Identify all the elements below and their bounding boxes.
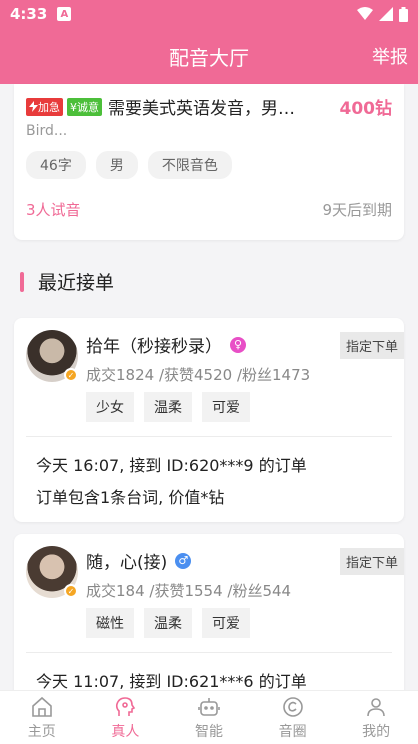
user-name: 拾年（秒接秒录） <box>86 337 222 357</box>
order-price: 400钻 <box>339 99 393 119</box>
tab-smart[interactable]: 智能 <box>167 691 251 744</box>
status-icons <box>357 6 408 22</box>
home-icon <box>31 696 52 717</box>
sincere-badge: ¥诚意 <box>67 97 102 116</box>
order-chips: 46字 男 不限音色 <box>14 143 404 187</box>
user-tag: 少女 <box>86 392 134 422</box>
order-received-text: 今天 16:07, 接到 ID:620***9 的订单 <box>36 456 307 475</box>
divider <box>26 652 392 653</box>
female-icon: ♀ <box>230 336 246 353</box>
order-detail-text: 订单包含1条台词, 价值*钻 <box>36 488 225 507</box>
order-description: Bird... <box>26 123 68 139</box>
bottom-tab-bar: 主页 真人 智能 音圈 我的 <box>0 690 418 744</box>
verified-icon: ✓ <box>64 584 78 598</box>
app-header: 配音大厅 举报 <box>0 28 418 84</box>
tab-label: 智能 <box>194 723 223 740</box>
person-mic-icon <box>116 696 136 716</box>
order-received-text: 今天 11:07, 接到 ID:621***6 的订单 <box>36 672 307 691</box>
expire-text: 9天后到期 <box>322 201 392 219</box>
user-stats: 成交184 /获赞1554 /粉丝544 <box>86 582 292 600</box>
trial-count: 3人试音 <box>26 201 81 219</box>
user-name-row: 随，心(接) ♂ <box>86 548 192 573</box>
assign-order-button[interactable]: 指定下单 <box>339 332 404 359</box>
user-tags: 磁性 温柔 可爱 <box>86 608 250 638</box>
page-title: 配音大厅 <box>169 45 249 70</box>
report-button[interactable]: 举报 <box>372 43 408 69</box>
circle-icon <box>282 696 303 717</box>
wifi-icon <box>357 7 373 20</box>
section-header: 最近接单 <box>20 268 114 295</box>
tab-circle[interactable]: 音圈 <box>251 691 335 744</box>
signal-icon <box>379 7 393 21</box>
status-bar: 4:33 A <box>0 0 418 28</box>
order-card[interactable]: 加急 ¥诚意 需要美式英语发音，男… 400钻 Bird... 46字 男 不限… <box>14 84 404 240</box>
user-tag: 可爱 <box>202 608 250 638</box>
user-card[interactable]: ✓ 随，心(接) ♂ 指定下单 成交184 /获赞1554 /粉丝544 磁性 … <box>14 534 404 704</box>
tab-label: 我的 <box>362 723 391 740</box>
urgent-badge-label: 加急 <box>38 100 60 114</box>
battery-icon <box>399 6 408 22</box>
order-title: 需要美式英语发音，男… <box>108 99 295 119</box>
tab-label: 真人 <box>111 723 140 740</box>
male-icon: ♂ <box>175 552 192 569</box>
user-tag: 温柔 <box>144 392 192 422</box>
chip-word-count: 46字 <box>26 151 86 179</box>
tab-home[interactable]: 主页 <box>0 691 84 744</box>
user-tags: 少女 温柔 可爱 <box>86 392 250 422</box>
tab-label: 主页 <box>27 723 56 740</box>
user-card[interactable]: ✓ 拾年（秒接秒录） ♀ 指定下单 成交1824 /获赞4520 /粉丝1473… <box>14 318 404 522</box>
user-name-row: 拾年（秒接秒录） ♀ <box>86 332 246 357</box>
user-tag: 磁性 <box>86 608 134 638</box>
user-tag: 温柔 <box>144 608 192 638</box>
tab-label: 音圈 <box>278 723 307 740</box>
robot-icon <box>198 697 220 716</box>
chip-gender: 男 <box>95 151 138 179</box>
status-time: 4:33 <box>10 5 48 23</box>
divider <box>26 436 392 437</box>
assign-order-button[interactable]: 指定下单 <box>339 548 404 575</box>
notification-icon: A <box>57 7 72 21</box>
urgent-badge: 加急 <box>26 97 63 116</box>
verified-icon: ✓ <box>64 368 78 382</box>
tab-real-person[interactable]: 真人 <box>84 691 168 744</box>
section-accent-bar <box>20 271 24 292</box>
user-tag: 可爱 <box>202 392 250 422</box>
user-icon <box>367 697 385 716</box>
chip-voice: 不限音色 <box>147 151 232 179</box>
user-name: 随，心(接) <box>86 553 168 573</box>
tab-mine[interactable]: 我的 <box>334 691 418 744</box>
section-title: 最近接单 <box>38 272 115 294</box>
lightning-icon <box>29 101 38 112</box>
user-stats: 成交1824 /获赞4520 /粉丝1473 <box>86 366 311 384</box>
